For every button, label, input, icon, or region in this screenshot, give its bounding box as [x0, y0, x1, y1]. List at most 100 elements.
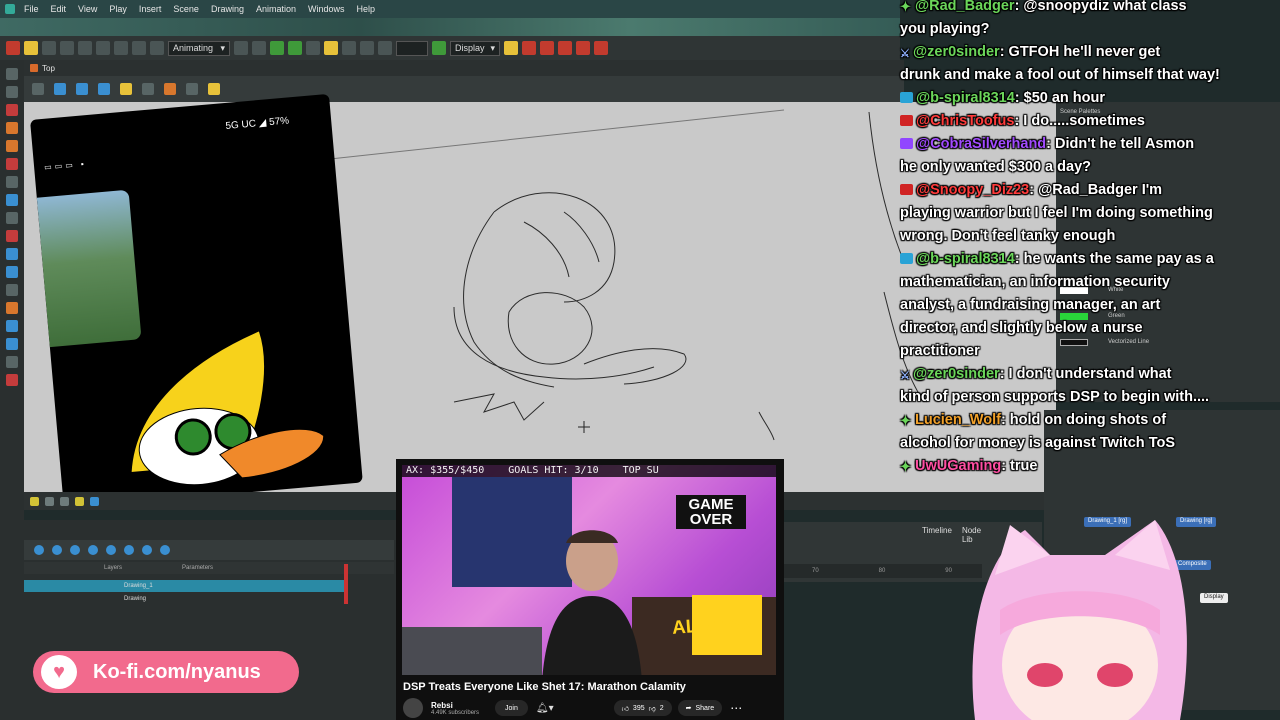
channel-avatar[interactable] — [403, 698, 423, 718]
like-button[interactable]: 👍︎ 395 👎︎ 2 — [613, 700, 672, 716]
rotate-icon[interactable] — [288, 41, 302, 55]
video-player[interactable]: AX: $355/$450 GOALS HIT: 3/10 TOP SU GAM… — [402, 465, 776, 675]
eraser-tool-icon[interactable] — [6, 140, 18, 152]
main-toolbar: Animating ▾ Display ▾ — [0, 36, 900, 60]
pin-2-icon[interactable] — [540, 41, 554, 55]
palette-swatch-row[interactable]: Vectorized Line — [1056, 336, 1280, 348]
open-folder-icon[interactable] — [24, 41, 38, 55]
cutter-tool-icon[interactable] — [6, 158, 18, 170]
bone-icon[interactable] — [324, 41, 338, 55]
frame-icon[interactable] — [45, 496, 54, 506]
menu-windows[interactable]: Windows — [302, 4, 351, 14]
text-tool-icon[interactable] — [6, 176, 18, 188]
pin-5-icon[interactable] — [594, 41, 608, 55]
camera-mask-icon[interactable] — [60, 496, 69, 506]
display-select[interactable]: Display ▾ — [450, 40, 500, 56]
line-tool-icon[interactable] — [6, 212, 18, 224]
grid-tool-icon[interactable] — [6, 320, 18, 332]
brush-tool-icon[interactable] — [6, 104, 18, 116]
grid-icon[interactable] — [32, 83, 44, 95]
frame-nav-icon[interactable] — [160, 545, 170, 555]
safe-area-icon[interactable] — [54, 83, 66, 95]
channel-name[interactable]: Rebsi — [431, 701, 479, 710]
save-all-icon[interactable] — [60, 41, 74, 55]
kofi-banner[interactable]: ♥ Ko-fi.com/nyanus — [33, 651, 299, 693]
lightbulb-icon[interactable] — [504, 41, 518, 55]
contour-tool-icon[interactable] — [6, 86, 18, 98]
light-table-icon[interactable] — [208, 83, 220, 95]
onion-skin-icon[interactable] — [88, 545, 98, 555]
scale-icon[interactable] — [306, 41, 320, 55]
morph-icon[interactable] — [342, 41, 356, 55]
rectangle-tool-icon[interactable] — [6, 194, 18, 206]
add-keyframe-icon[interactable] — [52, 545, 62, 555]
workspace-select[interactable]: Animating ▾ — [168, 40, 230, 56]
tab-timeline[interactable]: Timeline — [922, 526, 952, 544]
chat-username[interactable]: @zer0sinder — [913, 44, 1000, 60]
menu-help[interactable]: Help — [351, 4, 382, 14]
sound-icon[interactable] — [142, 545, 152, 555]
redo-icon[interactable] — [114, 41, 128, 55]
translate-icon[interactable] — [270, 41, 284, 55]
menu-file[interactable]: File — [18, 4, 45, 14]
play-icon[interactable] — [106, 545, 116, 555]
transform-icon[interactable] — [252, 41, 266, 55]
dropper-tool-icon[interactable] — [6, 248, 18, 260]
zoom-tool-icon[interactable] — [6, 266, 18, 278]
hand-tool-icon[interactable] — [6, 284, 18, 296]
new-scene-icon[interactable] — [6, 41, 20, 55]
layer-tool-icon[interactable] — [6, 374, 18, 386]
thumbs-down-icon[interactable]: 👎︎ — [649, 704, 656, 713]
stamp-tool-icon[interactable] — [6, 356, 18, 368]
chat-username[interactable]: @Rad_Badger — [915, 0, 1015, 14]
lock-icon[interactable] — [120, 83, 132, 95]
offset-icon[interactable] — [360, 41, 374, 55]
menu-drawing[interactable]: Drawing — [205, 4, 250, 14]
layer-row[interactable]: Drawing — [24, 593, 344, 605]
layer-row[interactable]: Drawing_1 — [24, 580, 344, 592]
select-tool-icon[interactable] — [6, 68, 18, 80]
pen-tool-icon[interactable] — [6, 338, 18, 350]
pin-icon[interactable] — [522, 41, 536, 55]
join-button[interactable]: Join — [495, 700, 528, 716]
menu-view[interactable]: View — [72, 4, 103, 14]
print-icon[interactable] — [78, 41, 92, 55]
paint-tool-icon[interactable] — [6, 230, 18, 242]
menu-play[interactable]: Play — [103, 4, 133, 14]
menu-scene[interactable]: Scene — [167, 4, 205, 14]
loop-icon[interactable] — [124, 545, 134, 555]
menu-insert[interactable]: Insert — [133, 4, 168, 14]
reset-view-icon[interactable] — [186, 83, 198, 95]
more-options-icon[interactable]: ⋯ — [730, 701, 742, 715]
save-icon[interactable] — [42, 41, 56, 55]
palette-swatch-row[interactable]: Green — [1056, 310, 1280, 322]
paint-icon[interactable] — [164, 83, 176, 95]
align-icon[interactable] — [98, 83, 110, 95]
pin-3-icon[interactable] — [558, 41, 572, 55]
pencil-tool-icon[interactable] — [6, 122, 18, 134]
pivot-icon[interactable] — [378, 41, 392, 55]
check-icon[interactable] — [432, 41, 446, 55]
video-title[interactable]: DSP Treats Everyone Like Shet 17: Marath… — [403, 681, 686, 693]
pin-4-icon[interactable] — [576, 41, 590, 55]
brush-preview-icon[interactable] — [75, 496, 84, 506]
lightbulb-icon[interactable] — [30, 496, 39, 506]
delete-keyframe-icon[interactable] — [70, 545, 80, 555]
rotate-view-tool-icon[interactable] — [6, 302, 18, 314]
clipboard-icon[interactable] — [132, 41, 146, 55]
workspace-manager-icon[interactable] — [234, 41, 248, 55]
menu-animation[interactable]: Animation — [250, 4, 302, 14]
delete-icon[interactable] — [150, 41, 164, 55]
frame-rate-select[interactable] — [396, 40, 428, 56]
onion-skin-icon[interactable] — [142, 83, 154, 95]
camera-view-tab[interactable]: Top — [24, 60, 904, 76]
playhead[interactable] — [344, 564, 348, 604]
field-chart-icon[interactable] — [76, 83, 88, 95]
bell-icon[interactable]: 🔔︎▾ — [536, 703, 554, 714]
zoom-icon[interactable] — [90, 496, 99, 506]
palette-swatch-row[interactable]: White — [1056, 284, 1280, 296]
add-layer-icon[interactable] — [34, 545, 44, 555]
share-button[interactable]: ➦ Share — [677, 700, 723, 716]
menu-edit[interactable]: Edit — [45, 4, 73, 14]
undo-icon[interactable] — [96, 41, 110, 55]
